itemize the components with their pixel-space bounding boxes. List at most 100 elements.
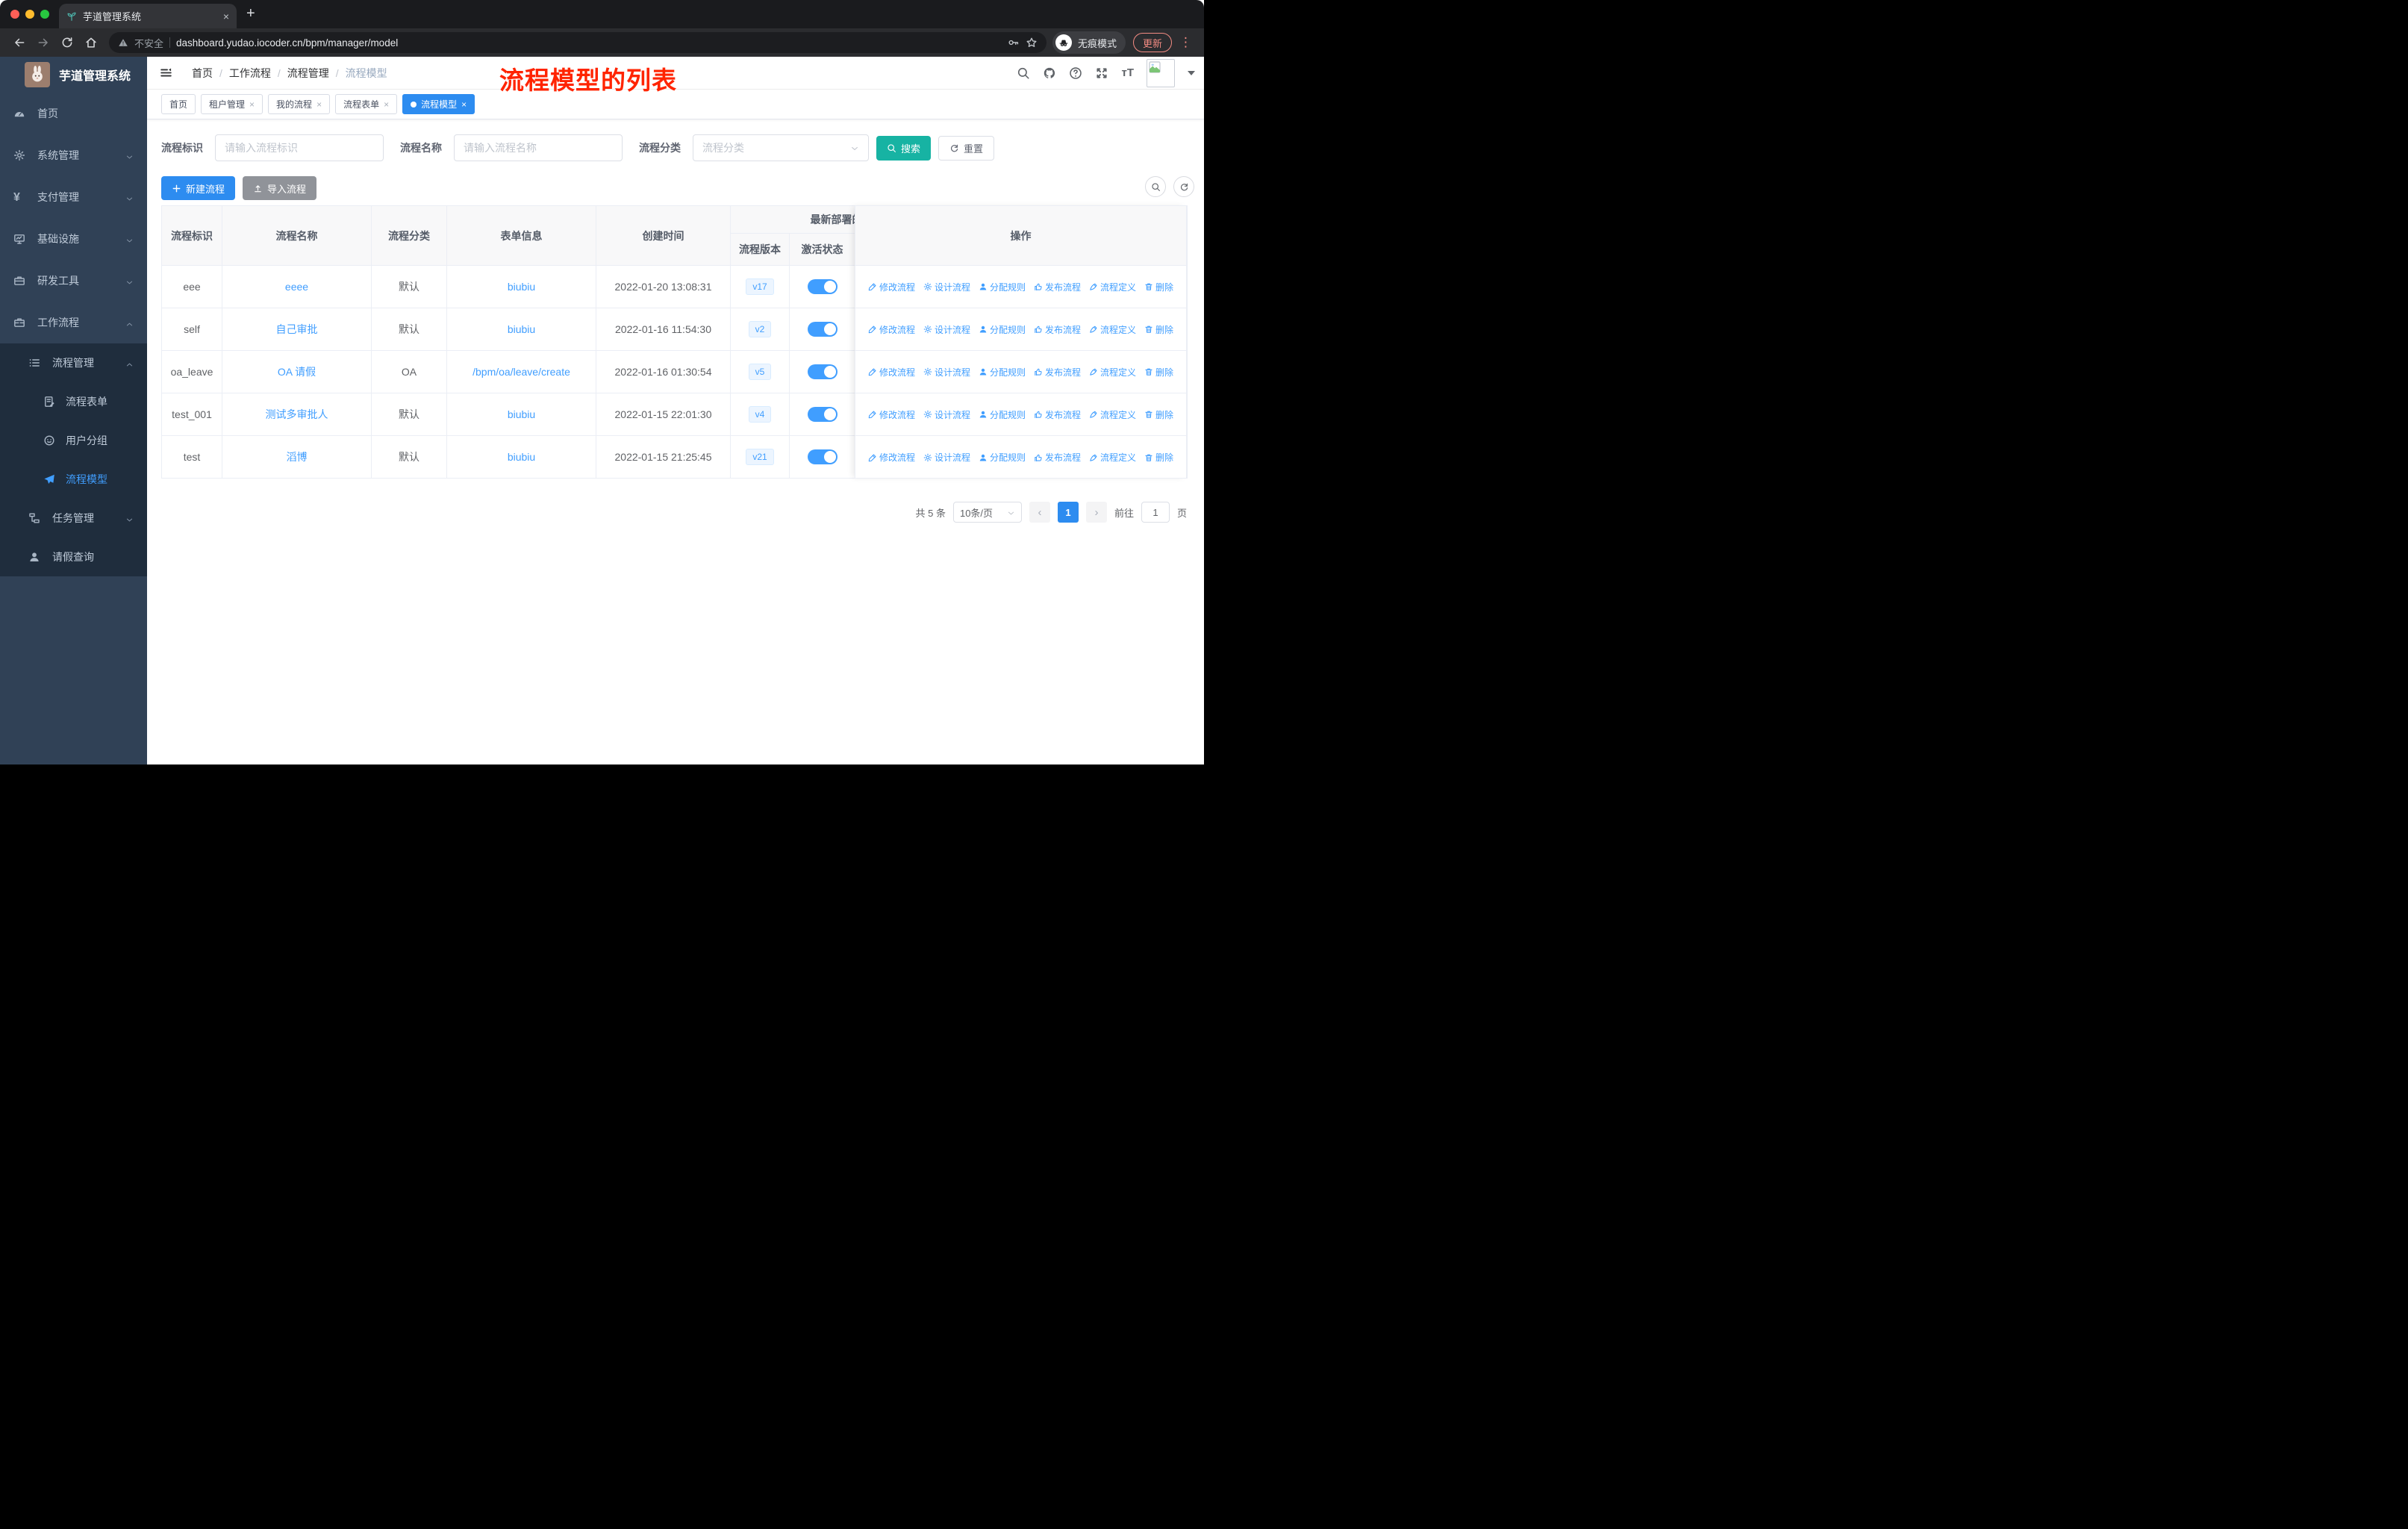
- design-process-link[interactable]: 设计流程: [923, 408, 970, 421]
- tag-首页[interactable]: 首页 ×: [161, 94, 196, 114]
- assign-rule-link[interactable]: 分配规则: [979, 323, 1026, 336]
- active-toggle[interactable]: [807, 364, 838, 379]
- sidebar-item-请假查询[interactable]: 请假查询: [0, 538, 147, 576]
- key-icon[interactable]: [1008, 37, 1020, 49]
- process-definition-link[interactable]: 流程定义: [1089, 451, 1136, 464]
- edit-process-link[interactable]: 修改流程: [868, 408, 915, 421]
- process-definition-link[interactable]: 流程定义: [1089, 323, 1136, 336]
- tag-close-icon[interactable]: ×: [249, 99, 255, 110]
- reset-button[interactable]: 重置: [938, 135, 995, 161]
- help-icon[interactable]: [1069, 66, 1082, 80]
- process-definition-link[interactable]: 流程定义: [1089, 408, 1136, 421]
- breadcrumb-process-mgmt[interactable]: 流程管理: [287, 66, 329, 81]
- deploy-process-link[interactable]: 发布流程: [1034, 451, 1081, 464]
- edit-process-link[interactable]: 修改流程: [868, 323, 915, 336]
- font-size-icon[interactable]: тT: [1121, 66, 1134, 79]
- assign-rule-link[interactable]: 分配规则: [979, 451, 1026, 464]
- edit-process-link[interactable]: 修改流程: [868, 366, 915, 379]
- close-window-button[interactable]: [10, 10, 19, 19]
- assign-rule-link[interactable]: 分配规则: [979, 281, 1026, 293]
- process-name-link[interactable]: 自己审批: [276, 323, 318, 335]
- breadcrumb-home[interactable]: 首页: [192, 66, 213, 81]
- address-bar[interactable]: 不安全 dashboard.yudao.iocoder.cn/bpm/manag…: [109, 32, 1047, 53]
- avatar[interactable]: [1147, 58, 1175, 87]
- sidebar-item-流程模型[interactable]: 流程模型: [0, 460, 147, 499]
- sidebar-item-基础设施[interactable]: 基础设施: [0, 218, 147, 260]
- active-toggle[interactable]: [807, 279, 838, 294]
- back-icon[interactable]: [13, 36, 26, 49]
- browser-tab[interactable]: 芋道管理系统 ×: [59, 4, 237, 28]
- active-toggle[interactable]: [807, 407, 838, 422]
- tab-close-icon[interactable]: ×: [223, 10, 229, 22]
- breadcrumb-workflow[interactable]: 工作流程: [229, 66, 271, 81]
- process-name-link[interactable]: 滔博: [287, 451, 308, 463]
- form-info-link[interactable]: biubiu: [508, 408, 535, 420]
- sidebar-item-研发工具[interactable]: 研发工具: [0, 260, 147, 302]
- search-icon[interactable]: [1017, 66, 1030, 80]
- create-process-button[interactable]: 新建流程: [161, 176, 236, 200]
- delete-link[interactable]: 删除: [1144, 451, 1173, 464]
- tag-close-icon[interactable]: ×: [461, 99, 467, 110]
- edit-process-link[interactable]: 修改流程: [868, 281, 915, 293]
- form-info-link[interactable]: biubiu: [508, 451, 535, 463]
- sidebar-item-首页[interactable]: 首页: [0, 93, 147, 134]
- goto-page-input[interactable]: [1141, 502, 1170, 523]
- process-key-input[interactable]: [215, 134, 384, 161]
- home-icon[interactable]: [84, 36, 98, 49]
- sidebar-item-支付管理[interactable]: ¥ 支付管理: [0, 176, 147, 218]
- update-button[interactable]: 更新: [1132, 33, 1172, 52]
- sidebar-item-系统管理[interactable]: 系统管理: [0, 134, 147, 176]
- delete-link[interactable]: 删除: [1144, 408, 1173, 421]
- url-text[interactable]: dashboard.yudao.iocoder.cn/bpm/manager/m…: [176, 37, 1002, 49]
- delete-link[interactable]: 删除: [1144, 281, 1173, 293]
- form-info-link[interactable]: biubiu: [508, 323, 535, 335]
- forward-icon[interactable]: [37, 36, 50, 49]
- tag-流程表单[interactable]: 流程表单 ×: [335, 94, 398, 114]
- window-controls[interactable]: [10, 10, 49, 19]
- sidebar-item-工作流程[interactable]: 工作流程: [0, 302, 147, 343]
- browser-menu-icon[interactable]: ⋮: [1179, 35, 1192, 50]
- tag-close-icon[interactable]: ×: [384, 99, 389, 110]
- current-page-button[interactable]: 1: [1057, 502, 1079, 523]
- reload-icon[interactable]: [60, 36, 74, 49]
- design-process-link[interactable]: 设计流程: [923, 323, 970, 336]
- minimize-window-button[interactable]: [25, 10, 34, 19]
- assign-rule-link[interactable]: 分配规则: [979, 408, 1026, 421]
- process-name-link[interactable]: OA 请假: [278, 366, 316, 378]
- page-size-select[interactable]: 10条/页: [952, 502, 1022, 523]
- tag-租户管理[interactable]: 租户管理 ×: [201, 94, 263, 114]
- process-name-link[interactable]: 测试多审批人: [266, 408, 328, 420]
- tag-close-icon[interactable]: ×: [316, 99, 322, 110]
- active-toggle[interactable]: [807, 322, 838, 337]
- new-tab-button[interactable]: +: [246, 5, 255, 22]
- design-process-link[interactable]: 设计流程: [923, 366, 970, 379]
- form-info-link[interactable]: /bpm/oa/leave/create: [472, 366, 570, 378]
- next-page-button[interactable]: ›: [1085, 502, 1107, 523]
- show-search-button[interactable]: [1145, 176, 1166, 197]
- deploy-process-link[interactable]: 发布流程: [1034, 366, 1081, 379]
- active-toggle[interactable]: [807, 449, 838, 464]
- sidebar-item-流程表单[interactable]: 流程表单: [0, 382, 147, 421]
- refresh-table-button[interactable]: [1173, 176, 1194, 197]
- sidebar-item-用户分组[interactable]: 用户分组: [0, 421, 147, 460]
- search-button[interactable]: 搜索: [876, 135, 932, 161]
- process-definition-link[interactable]: 流程定义: [1089, 281, 1136, 293]
- prev-page-button[interactable]: ‹: [1029, 502, 1050, 523]
- bookmark-star-icon[interactable]: [1026, 37, 1038, 49]
- assign-rule-link[interactable]: 分配规则: [979, 366, 1026, 379]
- tag-流程模型[interactable]: 流程模型 ×: [402, 94, 475, 114]
- process-name-link[interactable]: eeee: [285, 281, 308, 293]
- fullscreen-icon[interactable]: [1095, 66, 1108, 80]
- design-process-link[interactable]: 设计流程: [923, 281, 970, 293]
- process-name-input[interactable]: [454, 134, 623, 161]
- sidebar-collapse-icon[interactable]: [160, 66, 172, 79]
- process-category-select[interactable]: 流程分类: [693, 134, 869, 161]
- tag-我的流程[interactable]: 我的流程 ×: [268, 94, 331, 114]
- process-definition-link[interactable]: 流程定义: [1089, 366, 1136, 379]
- delete-link[interactable]: 删除: [1144, 323, 1173, 336]
- deploy-process-link[interactable]: 发布流程: [1034, 323, 1081, 336]
- sidebar-item-任务管理[interactable]: 任务管理: [0, 499, 147, 538]
- maximize-window-button[interactable]: [40, 10, 49, 19]
- avatar-caret-down-icon[interactable]: [1188, 70, 1195, 75]
- deploy-process-link[interactable]: 发布流程: [1034, 281, 1081, 293]
